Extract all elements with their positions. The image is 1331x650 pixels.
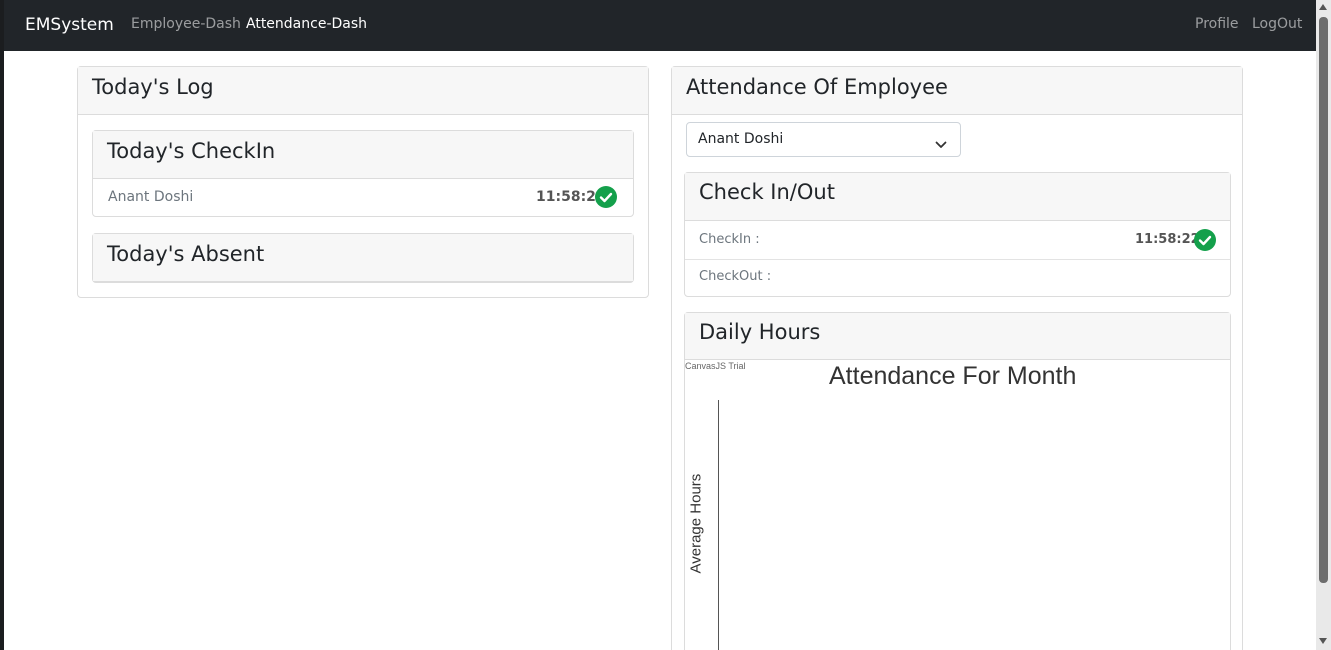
checkin-employee-name: Anant Doshi <box>108 189 194 205</box>
todays-log-card: Today's Log Today's CheckIn Anant Doshi … <box>77 66 649 298</box>
chart-y-axis-label: Average Hours <box>687 473 705 574</box>
checkin-label: CheckIn : <box>699 232 760 247</box>
check-circle-icon <box>1194 229 1216 251</box>
page: EMSystem Employee-Dash Attendance-Dash P… <box>4 0 1316 650</box>
checkout-label: CheckOut : <box>699 269 772 284</box>
nav-logout[interactable]: LogOut <box>1252 16 1302 32</box>
todays-absent-title: Today's Absent <box>107 242 265 266</box>
todays-checkin-card: Today's CheckIn Anant Doshi 11:58:22 <box>92 130 634 217</box>
employee-select-value: Anant Doshi <box>698 131 784 147</box>
chart-y-axis-line <box>718 400 719 650</box>
scrollbar-thumb[interactable] <box>1319 17 1328 583</box>
todays-log-title: Today's Log <box>92 75 214 99</box>
scroll-down-arrow-icon[interactable] <box>1319 638 1327 644</box>
chart-watermark: CanvasJS Trial <box>685 361 746 371</box>
todays-checkin-title: Today's CheckIn <box>107 139 276 163</box>
check-circle-icon <box>595 186 617 208</box>
daily-hours-card: Daily Hours CanvasJS Trial Attendance Fo… <box>684 312 1231 650</box>
checkin-time-value: 11:58:22 <box>1135 232 1200 247</box>
chart-title: Attendance For Month <box>829 362 1077 390</box>
check-in-out-card: Check In/Out CheckIn : 11:58:22 CheckOut… <box>684 172 1231 297</box>
brand-logo[interactable]: EMSystem <box>25 15 114 35</box>
divider <box>685 259 1230 260</box>
nav-profile[interactable]: Profile <box>1195 16 1239 32</box>
attendance-chart: CanvasJS Trial Attendance For Month Aver… <box>685 360 1230 650</box>
employee-select[interactable]: Anant Doshi <box>686 122 961 157</box>
page-scrollbar[interactable] <box>1316 0 1331 650</box>
nav-attendance-dash[interactable]: Attendance-Dash <box>246 16 367 32</box>
attendance-title: Attendance Of Employee <box>686 75 948 99</box>
todays-absent-card: Today's Absent <box>92 233 634 283</box>
nav-employee-dash[interactable]: Employee-Dash <box>131 16 241 32</box>
chevron-down-icon <box>935 135 947 154</box>
check-in-out-title: Check In/Out <box>699 180 835 204</box>
scroll-up-arrow-icon[interactable] <box>1319 4 1327 10</box>
daily-hours-title: Daily Hours <box>699 320 821 344</box>
top-navbar: EMSystem Employee-Dash Attendance-Dash P… <box>4 0 1316 51</box>
